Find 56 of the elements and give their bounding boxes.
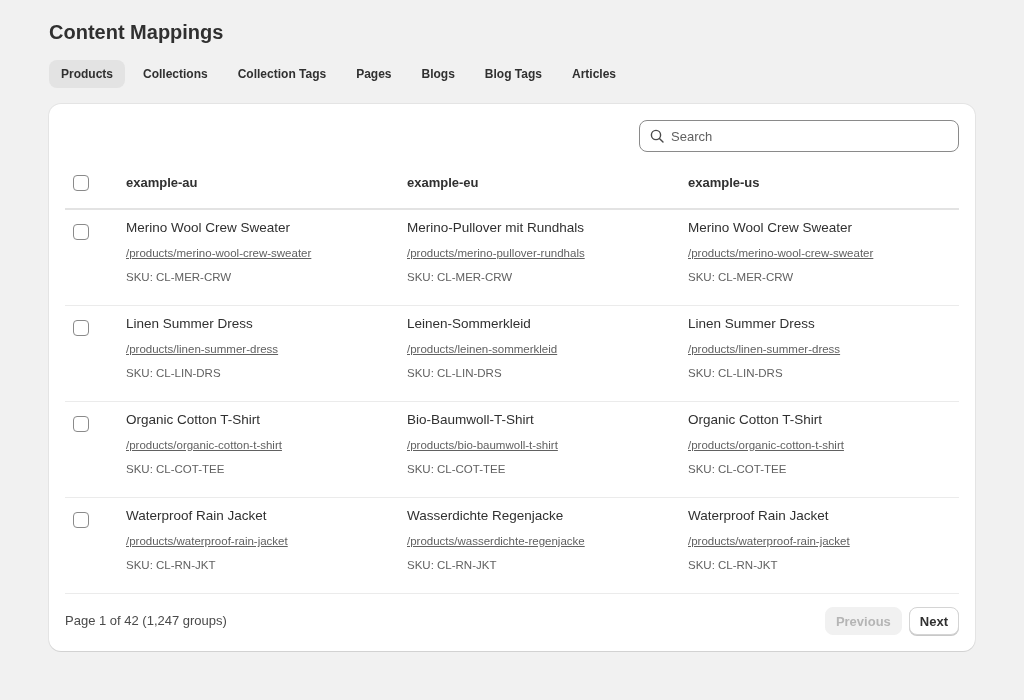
checkbox[interactable] [73,224,89,240]
sku-text: SKU: CL-LIN-DRS [407,366,502,381]
page-title: Content Mappings [49,20,224,44]
checkbox[interactable] [73,416,89,432]
next-button[interactable]: Next [908,607,959,635]
search-field[interactable]: Search [639,120,959,152]
product-link[interactable]: /products/leinen-sommerkleid [407,340,558,358]
sku-text: SKU: CL-COT-TEE [688,462,787,477]
product-name: Linen Summer Dress [688,315,815,333]
product-link[interactable]: /products/merino-wool-crew-sweater [126,244,312,262]
tab[interactable]: Pages [344,60,404,88]
sku-text: SKU: CL-MER-CRW [688,270,794,285]
product-link[interactable]: /products/bio-baumwoll-t-shirt [407,436,558,454]
tab[interactable]: Collections [131,60,220,88]
sku-text: SKU: CL-LIN-DRS [126,366,221,381]
product-link[interactable]: /products/organic-cotton-t-shirt [126,436,282,454]
checkbox[interactable] [73,512,89,528]
product-name: Wasserdichte Regenjacke [407,507,564,525]
product-link[interactable]: /products/waterproof-rain-jacket [688,532,850,550]
product-name: Leinen-Sommerkleid [407,315,531,333]
sku-text: SKU: CL-MER-CRW [407,270,513,285]
product-link[interactable]: /products/linen-summer-dress [126,340,279,358]
sku-text: SKU: CL-RN-JKT [407,558,497,573]
tab[interactable]: Blog Tags [472,60,554,88]
search-icon [650,129,664,143]
product-name: Organic Cotton T-Shirt [126,411,261,429]
product-name: Waterproof Rain Jacket [688,507,829,525]
tab[interactable]: Articles [560,60,628,88]
tab[interactable]: Products [49,60,125,88]
sku-text: SKU: CL-MER-CRW [126,270,232,285]
product-name: Bio-Baumwoll-T-Shirt [407,411,534,429]
sku-text: SKU: CL-COT-TEE [126,462,225,477]
product-name: Linen Summer Dress [126,315,253,333]
product-name: Merino-Pullover mit Rundhals [407,219,585,237]
sku-text: SKU: CL-RN-JKT [688,558,778,573]
sku-text: SKU: CL-LIN-DRS [688,366,783,381]
sku-text: SKU: CL-RN-JKT [126,558,216,573]
product-link[interactable]: /products/organic-cotton-t-shirt [688,436,844,454]
column-header: example-us [688,174,760,192]
column-header: example-eu [407,174,479,192]
product-link[interactable]: /products/waterproof-rain-jacket [126,532,288,550]
product-link[interactable]: /products/linen-summer-dress [688,340,841,358]
tab[interactable]: Blogs [409,60,467,88]
page-summary: Page 1 of 42 (1,247 groups) [65,612,227,630]
product-name: Organic Cotton T-Shirt [688,411,823,429]
checkbox[interactable] [73,175,89,191]
checkbox[interactable] [73,320,89,336]
product-name: Merino Wool Crew Sweater [126,219,291,237]
product-name: Merino Wool Crew Sweater [688,219,853,237]
product-name: Waterproof Rain Jacket [126,507,267,525]
product-link[interactable]: /products/merino-wool-crew-sweater [688,244,874,262]
product-link[interactable]: /products/wasserdichte-regenjacke [407,532,585,550]
product-link[interactable]: /products/merino-pullover-rundhals [407,244,585,262]
column-header: example-au [126,174,198,192]
tab[interactable]: Collection Tags [225,60,339,88]
sku-text: SKU: CL-COT-TEE [407,462,506,477]
